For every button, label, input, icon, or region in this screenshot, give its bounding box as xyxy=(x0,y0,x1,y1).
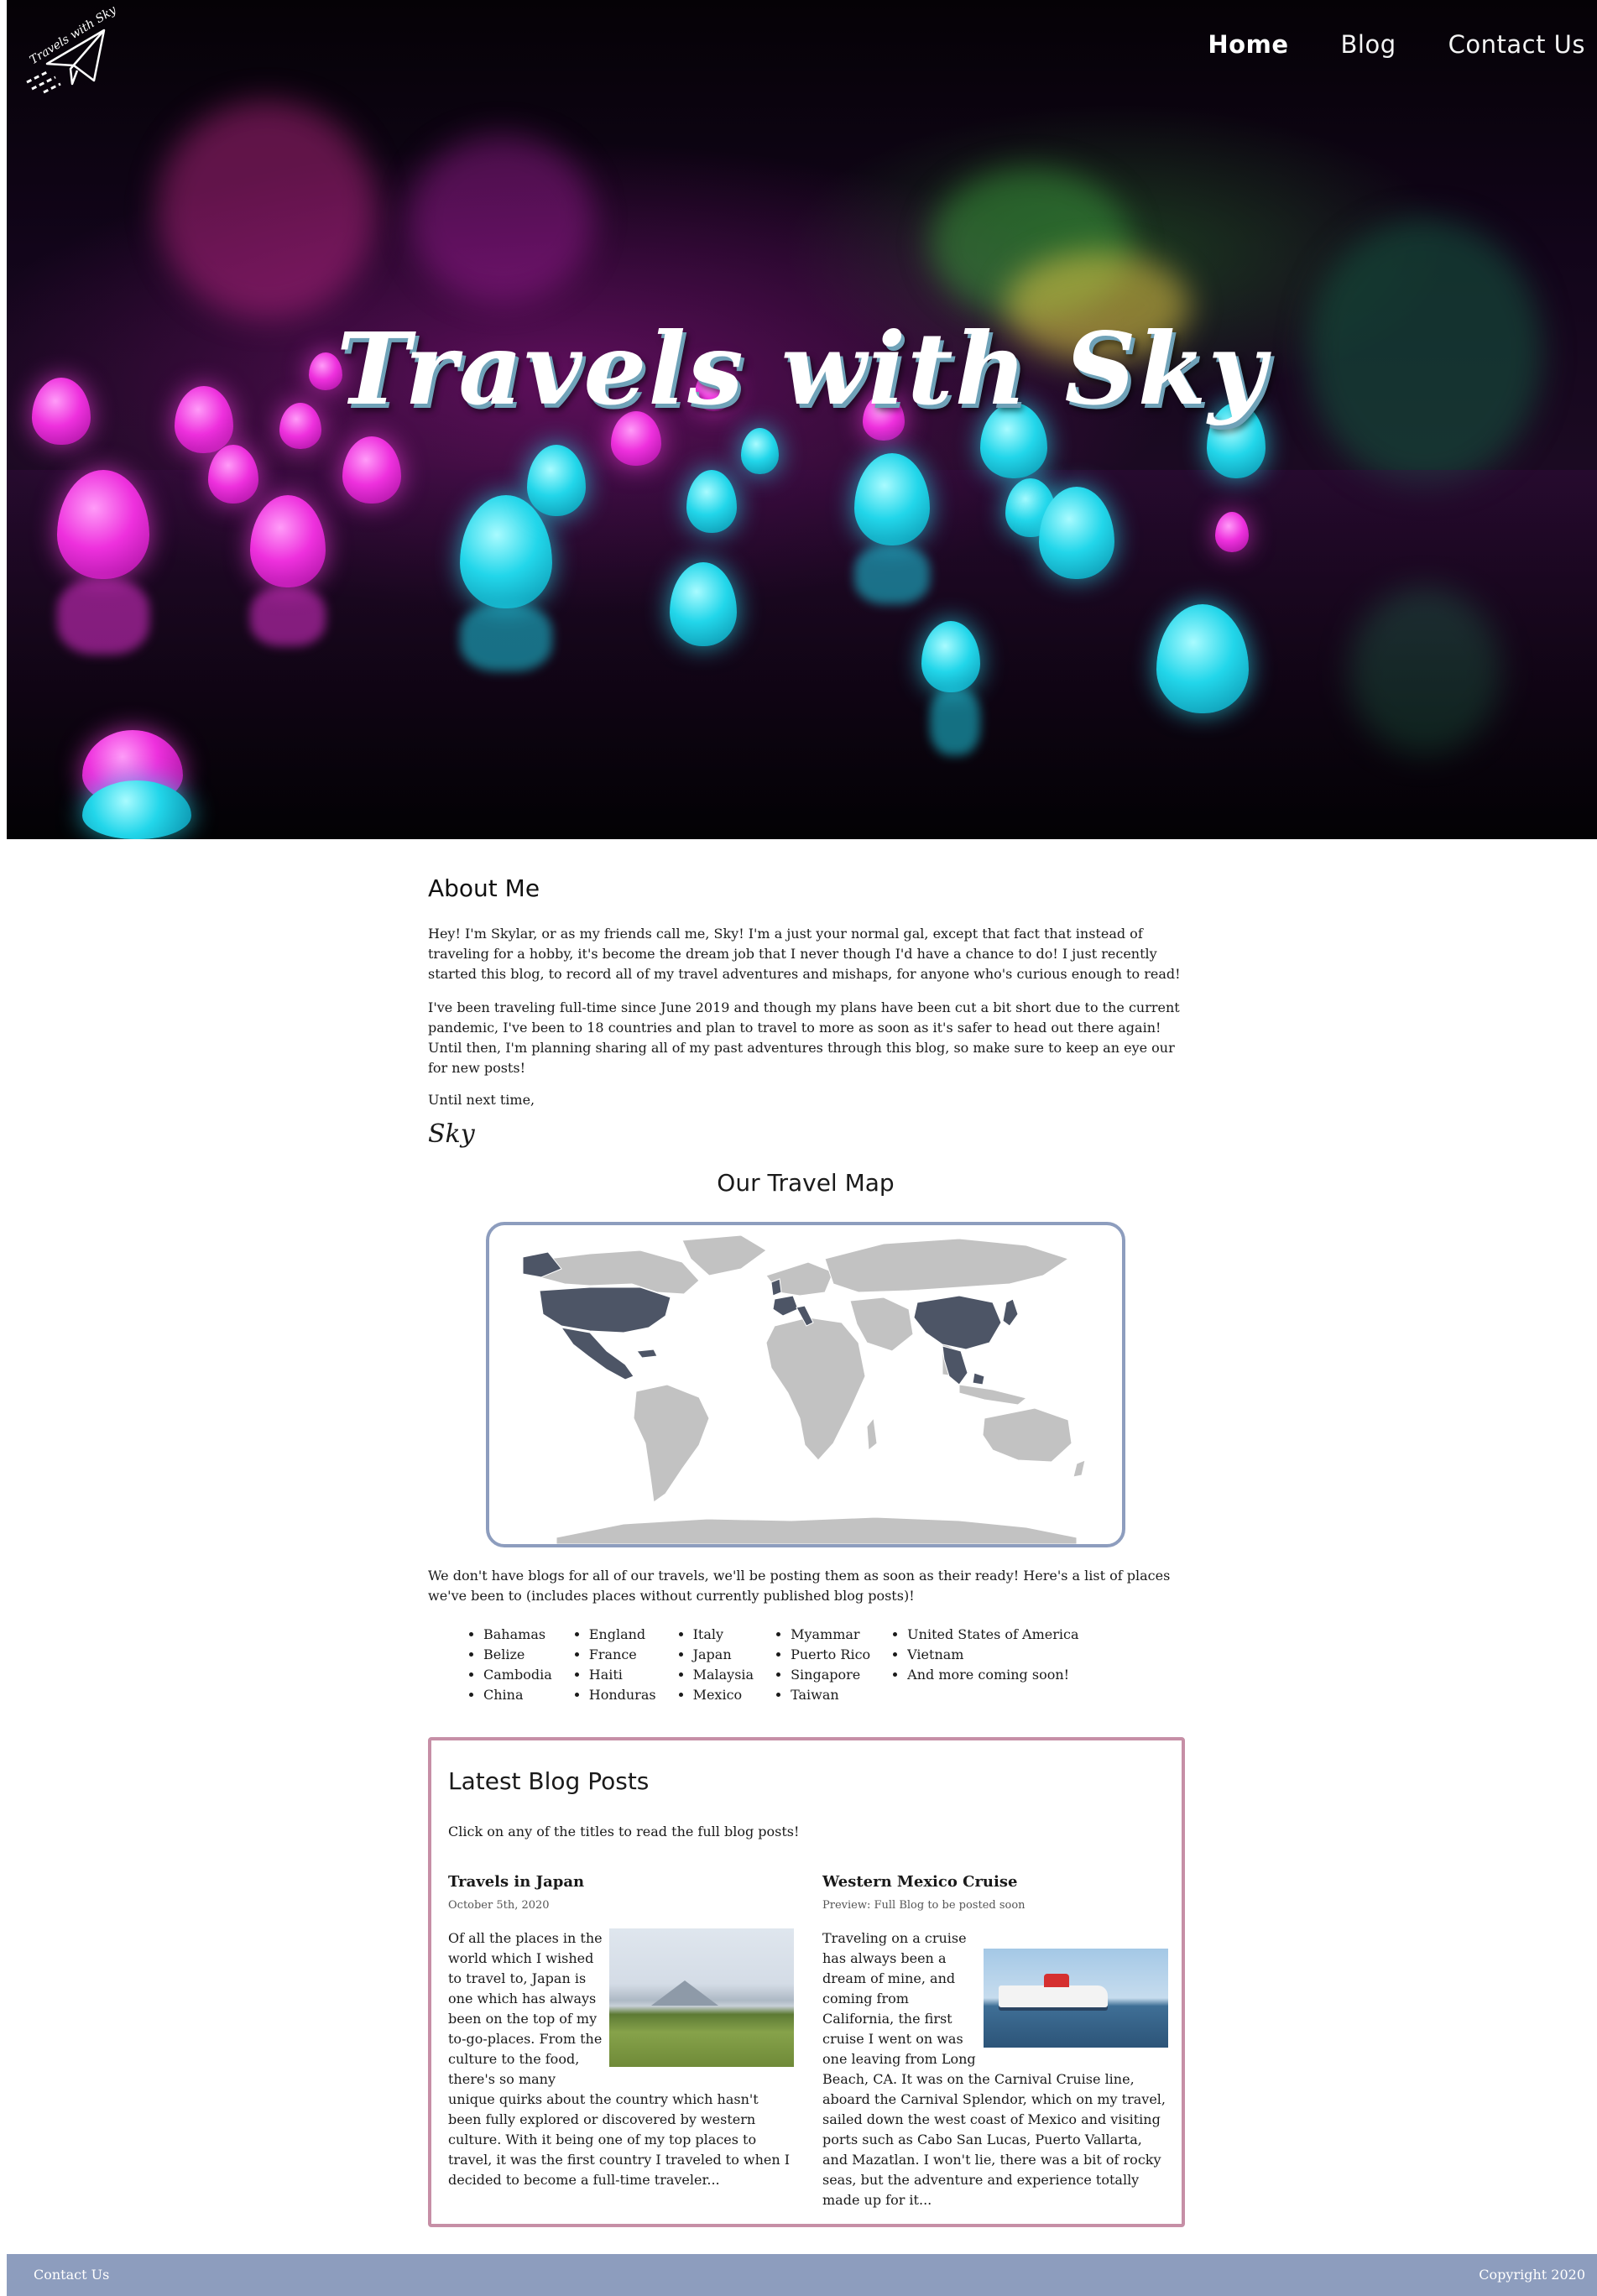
travel-map xyxy=(486,1222,1125,1547)
nav-blog[interactable]: Blog xyxy=(1341,30,1396,59)
list-item: England xyxy=(589,1625,656,1645)
about-signoff: Until next time, xyxy=(428,1092,535,1108)
list-item: China xyxy=(483,1685,552,1705)
post-excerpt: Of all the places in the world which I w… xyxy=(448,1928,794,2190)
post-date: October 5th, 2020 xyxy=(448,1899,550,1912)
list-item: Italy xyxy=(693,1625,754,1645)
hero-banner: Travels with Sky Home Blog Contact Us Tr… xyxy=(7,0,1597,839)
countries-list: Bahamas Belize Cambodia China England Fr… xyxy=(465,1625,1183,1705)
about-paragraph-1: Hey! I'm Skylar, or as my friends call m… xyxy=(428,926,1181,982)
footer: Contact Us Copyright 2020 xyxy=(7,2254,1597,2296)
list-item: Myammar xyxy=(791,1625,870,1645)
post-image-cruise xyxy=(984,1949,1168,2048)
list-item: Honduras xyxy=(589,1685,656,1705)
post-excerpt: Traveling on a cruise has always been a … xyxy=(822,1928,1168,2210)
about-paragraph-2: I've been traveling full-time since June… xyxy=(428,999,1180,1076)
list-item: Cambodia xyxy=(483,1665,552,1685)
list-item: France xyxy=(589,1645,656,1665)
list-item: Bahamas xyxy=(483,1625,552,1645)
list-item: Belize xyxy=(483,1645,552,1665)
list-item: Japan xyxy=(693,1645,754,1665)
main-nav: Home Blog Contact Us xyxy=(1156,30,1597,59)
post-date: Preview: Full Blog to be posted soon xyxy=(822,1899,1026,1912)
countries-column: Myammar Puerto Rico Singapore Taiwan xyxy=(772,1625,870,1705)
posts-grid: Travels in Japan October 5th, 2020 Of al… xyxy=(445,1873,1168,2210)
countries-column: Italy Japan Malaysia Mexico xyxy=(675,1625,754,1705)
signature: Sky xyxy=(428,1119,475,1149)
blog-heading: Latest Blog Posts xyxy=(448,1767,650,1795)
list-item: Vietnam xyxy=(907,1645,1078,1665)
list-item: Mexico xyxy=(693,1685,754,1705)
countries-column: Bahamas Belize Cambodia China xyxy=(465,1625,552,1705)
site-logo[interactable]: Travels with Sky xyxy=(22,3,118,96)
post-title-link[interactable]: Western Mexico Cruise xyxy=(822,1873,1168,1891)
map-heading: Our Travel Map xyxy=(717,1169,895,1197)
list-item: Singapore xyxy=(791,1665,870,1685)
copyright: Copyright 2020 xyxy=(1479,2267,1585,2283)
main-content: About Me Hey! I'm Skylar, or as my frien… xyxy=(428,839,1185,2227)
map-note: We don't have blogs for all of our trave… xyxy=(428,1568,1171,1604)
post-image-japan xyxy=(609,1928,794,2067)
latest-posts-box: Latest Blog Posts Click on any of the ti… xyxy=(428,1737,1185,2227)
countries-column: United States of America Vietnam And mor… xyxy=(889,1625,1078,1705)
list-item: And more coming soon! xyxy=(907,1665,1078,1685)
list-item: Haiti xyxy=(589,1665,656,1685)
nav-home[interactable]: Home xyxy=(1208,30,1288,59)
about-heading: About Me xyxy=(428,874,540,902)
list-item: Malaysia xyxy=(693,1665,754,1685)
list-item: Puerto Rico xyxy=(791,1645,870,1665)
list-item: United States of America xyxy=(907,1625,1078,1645)
blog-post-card: Western Mexico Cruise Preview: Full Blog… xyxy=(819,1873,1168,2210)
blog-intro: Click on any of the titles to read the f… xyxy=(448,1824,800,1839)
nav-contact[interactable]: Contact Us xyxy=(1448,30,1585,59)
list-item: Taiwan xyxy=(791,1685,870,1705)
hero-title: Travels with Sky xyxy=(336,310,1268,427)
footer-contact-link[interactable]: Contact Us xyxy=(34,2267,109,2283)
countries-column: England France Haiti Honduras xyxy=(571,1625,656,1705)
blog-post-card: Travels in Japan October 5th, 2020 Of al… xyxy=(445,1873,794,2210)
post-title-link[interactable]: Travels in Japan xyxy=(448,1873,794,1891)
world-map xyxy=(522,1234,1086,1544)
